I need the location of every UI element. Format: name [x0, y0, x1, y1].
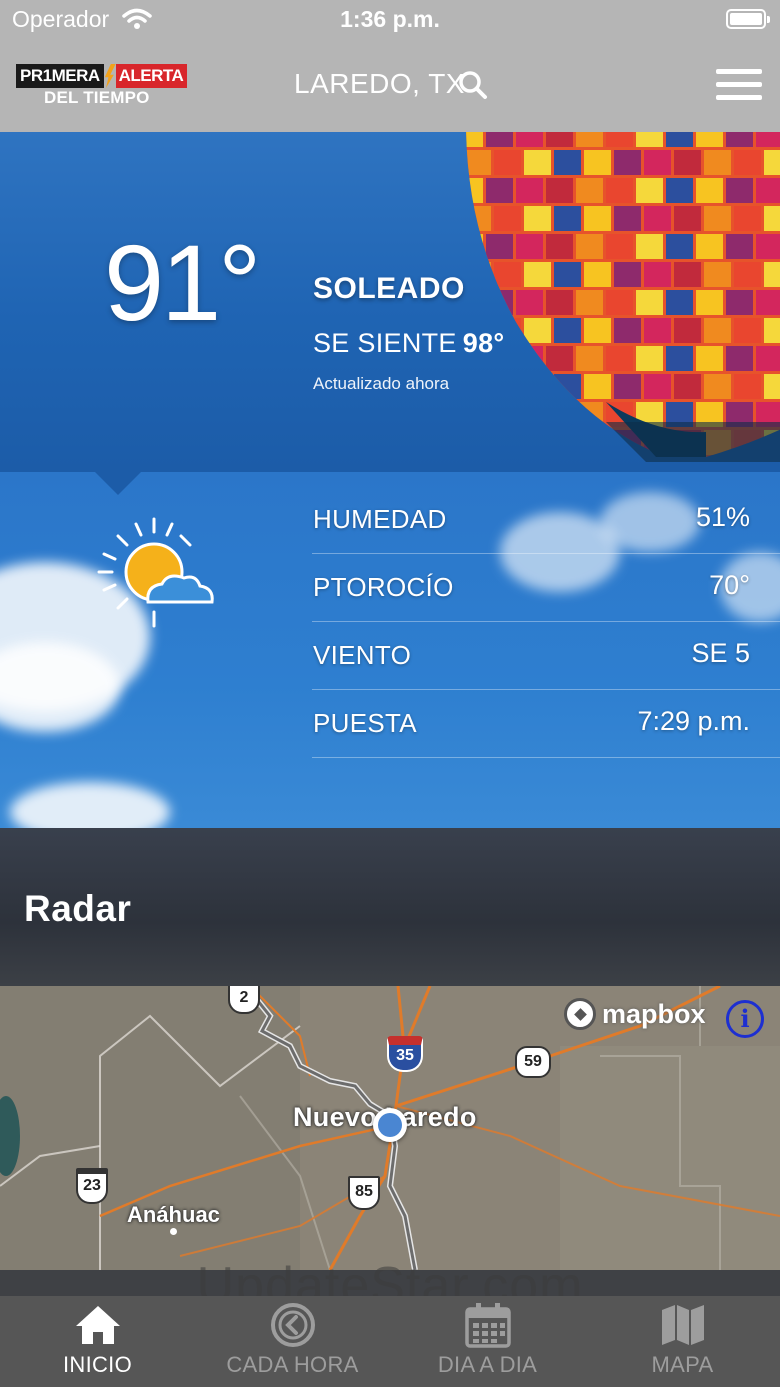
info-icon[interactable]: i	[726, 1000, 764, 1038]
location-title[interactable]: LAREDO, TX	[294, 68, 465, 100]
detail-row-dewpoint: PTOROCÍO 70°	[312, 554, 780, 622]
tab-mapa[interactable]: MAPA	[585, 1296, 780, 1387]
app-header: Operador 1:36 p.m. PR1MERA ALERTA DEL TI…	[0, 0, 780, 132]
detail-label: HUMEDAD	[313, 504, 447, 534]
feels-like: SE SIENTE 98°	[313, 328, 504, 359]
clock-icon	[271, 1303, 315, 1347]
tab-inicio[interactable]: INICIO	[0, 1296, 195, 1387]
detail-row-humidity: HUMEDAD 51%	[312, 486, 780, 554]
logo-text-del-tiempo: DEL TIEMPO	[44, 88, 150, 107]
battery-icon	[726, 9, 770, 29]
updated-text: Actualizado ahora	[313, 374, 450, 393]
shield-number: 59	[524, 1053, 542, 1070]
feels-like-value: 98°	[462, 328, 505, 358]
detail-value: 70°	[709, 570, 750, 600]
highway-shield: 85	[348, 1176, 380, 1210]
shield-number: 35	[396, 1047, 414, 1064]
shield-number: 85	[355, 1183, 373, 1200]
tab-label: INICIO	[62, 1352, 133, 1377]
tab-label: DIA A DIA	[437, 1352, 538, 1377]
radar-section-header[interactable]: Radar	[0, 828, 780, 986]
detail-label: VIENTO	[313, 640, 412, 670]
detail-value: 51%	[695, 502, 750, 532]
tab-dia-a-dia[interactable]: DIA A DIA	[390, 1296, 585, 1387]
radar-title: Radar	[24, 888, 132, 929]
location-marker	[373, 1108, 407, 1142]
map-icon	[662, 1305, 704, 1345]
current-conditions: 91° SOLEADO SE SIENTE 98° Actualizado aho…	[0, 132, 780, 472]
map-town-label: Anáhuac	[127, 1202, 220, 1227]
mapbox-compass-icon	[564, 998, 596, 1030]
tab-label: MAPA	[651, 1352, 714, 1377]
hot-air-balloon-image	[466, 132, 780, 462]
highway-shield: 59	[515, 1046, 551, 1078]
calendar-icon	[465, 1303, 511, 1348]
brand-logo[interactable]: PR1MERA ALERTA DEL TIEMPO	[16, 64, 188, 108]
highway-shield: 23	[76, 1168, 108, 1204]
logo-text-primera: PR1MERA	[16, 64, 104, 88]
shield-number: 2	[239, 989, 249, 1006]
conditions-details: HUMEDAD 51% PTOROCÍO 70° VIENTO SE 5 PUE…	[0, 472, 780, 828]
lightning-bolt-icon	[104, 64, 116, 88]
highway-shield: 2	[228, 986, 260, 1014]
logo-text-alerta: ALERTA	[115, 64, 188, 88]
mapbox-logo[interactable]: mapbox	[564, 996, 706, 1032]
tab-label: CADA HORA	[226, 1352, 359, 1377]
map-town-dot	[170, 1228, 177, 1235]
mapbox-text: mapbox	[602, 998, 706, 1029]
home-icon	[76, 1306, 120, 1344]
details-list: HUMEDAD 51% PTOROCÍO 70° VIENTO SE 5 PUE…	[312, 486, 780, 758]
hamburger-menu-icon[interactable]	[716, 69, 762, 101]
feels-like-label: SE SIENTE	[313, 328, 457, 358]
bottom-tab-bar: INICIO CADA HORA DIA A DIA MAPA	[0, 1296, 780, 1387]
detail-value: 7:29 p.m.	[637, 706, 750, 736]
status-time: 1:36 p.m.	[340, 6, 440, 32]
detail-label: PTOROCÍO	[313, 572, 454, 602]
detail-row-sunset: PUESTA 7:29 p.m.	[312, 690, 780, 758]
cloud-decoration	[10, 782, 170, 828]
partly-sunny-icon	[97, 517, 214, 628]
detail-label: PUESTA	[313, 708, 417, 738]
detail-value: SE 5	[691, 638, 750, 668]
status-bar: Operador 1:36 p.m.	[0, 0, 780, 40]
search-icon[interactable]	[458, 70, 488, 100]
detail-row-wind: VIENTO SE 5	[312, 622, 780, 690]
tab-cada-hora[interactable]: CADA HORA	[195, 1296, 390, 1387]
shield-number: 23	[83, 1177, 101, 1194]
current-temperature: 91°	[104, 222, 261, 343]
radar-map[interactable]: 2 35 59 23 85 Nuevo Laredo Anáhuac mapbo…	[0, 986, 780, 1270]
condition-text: SOLEADO	[313, 272, 465, 305]
pointer-caret	[94, 472, 142, 495]
interstate-shield: 35	[387, 1036, 423, 1072]
